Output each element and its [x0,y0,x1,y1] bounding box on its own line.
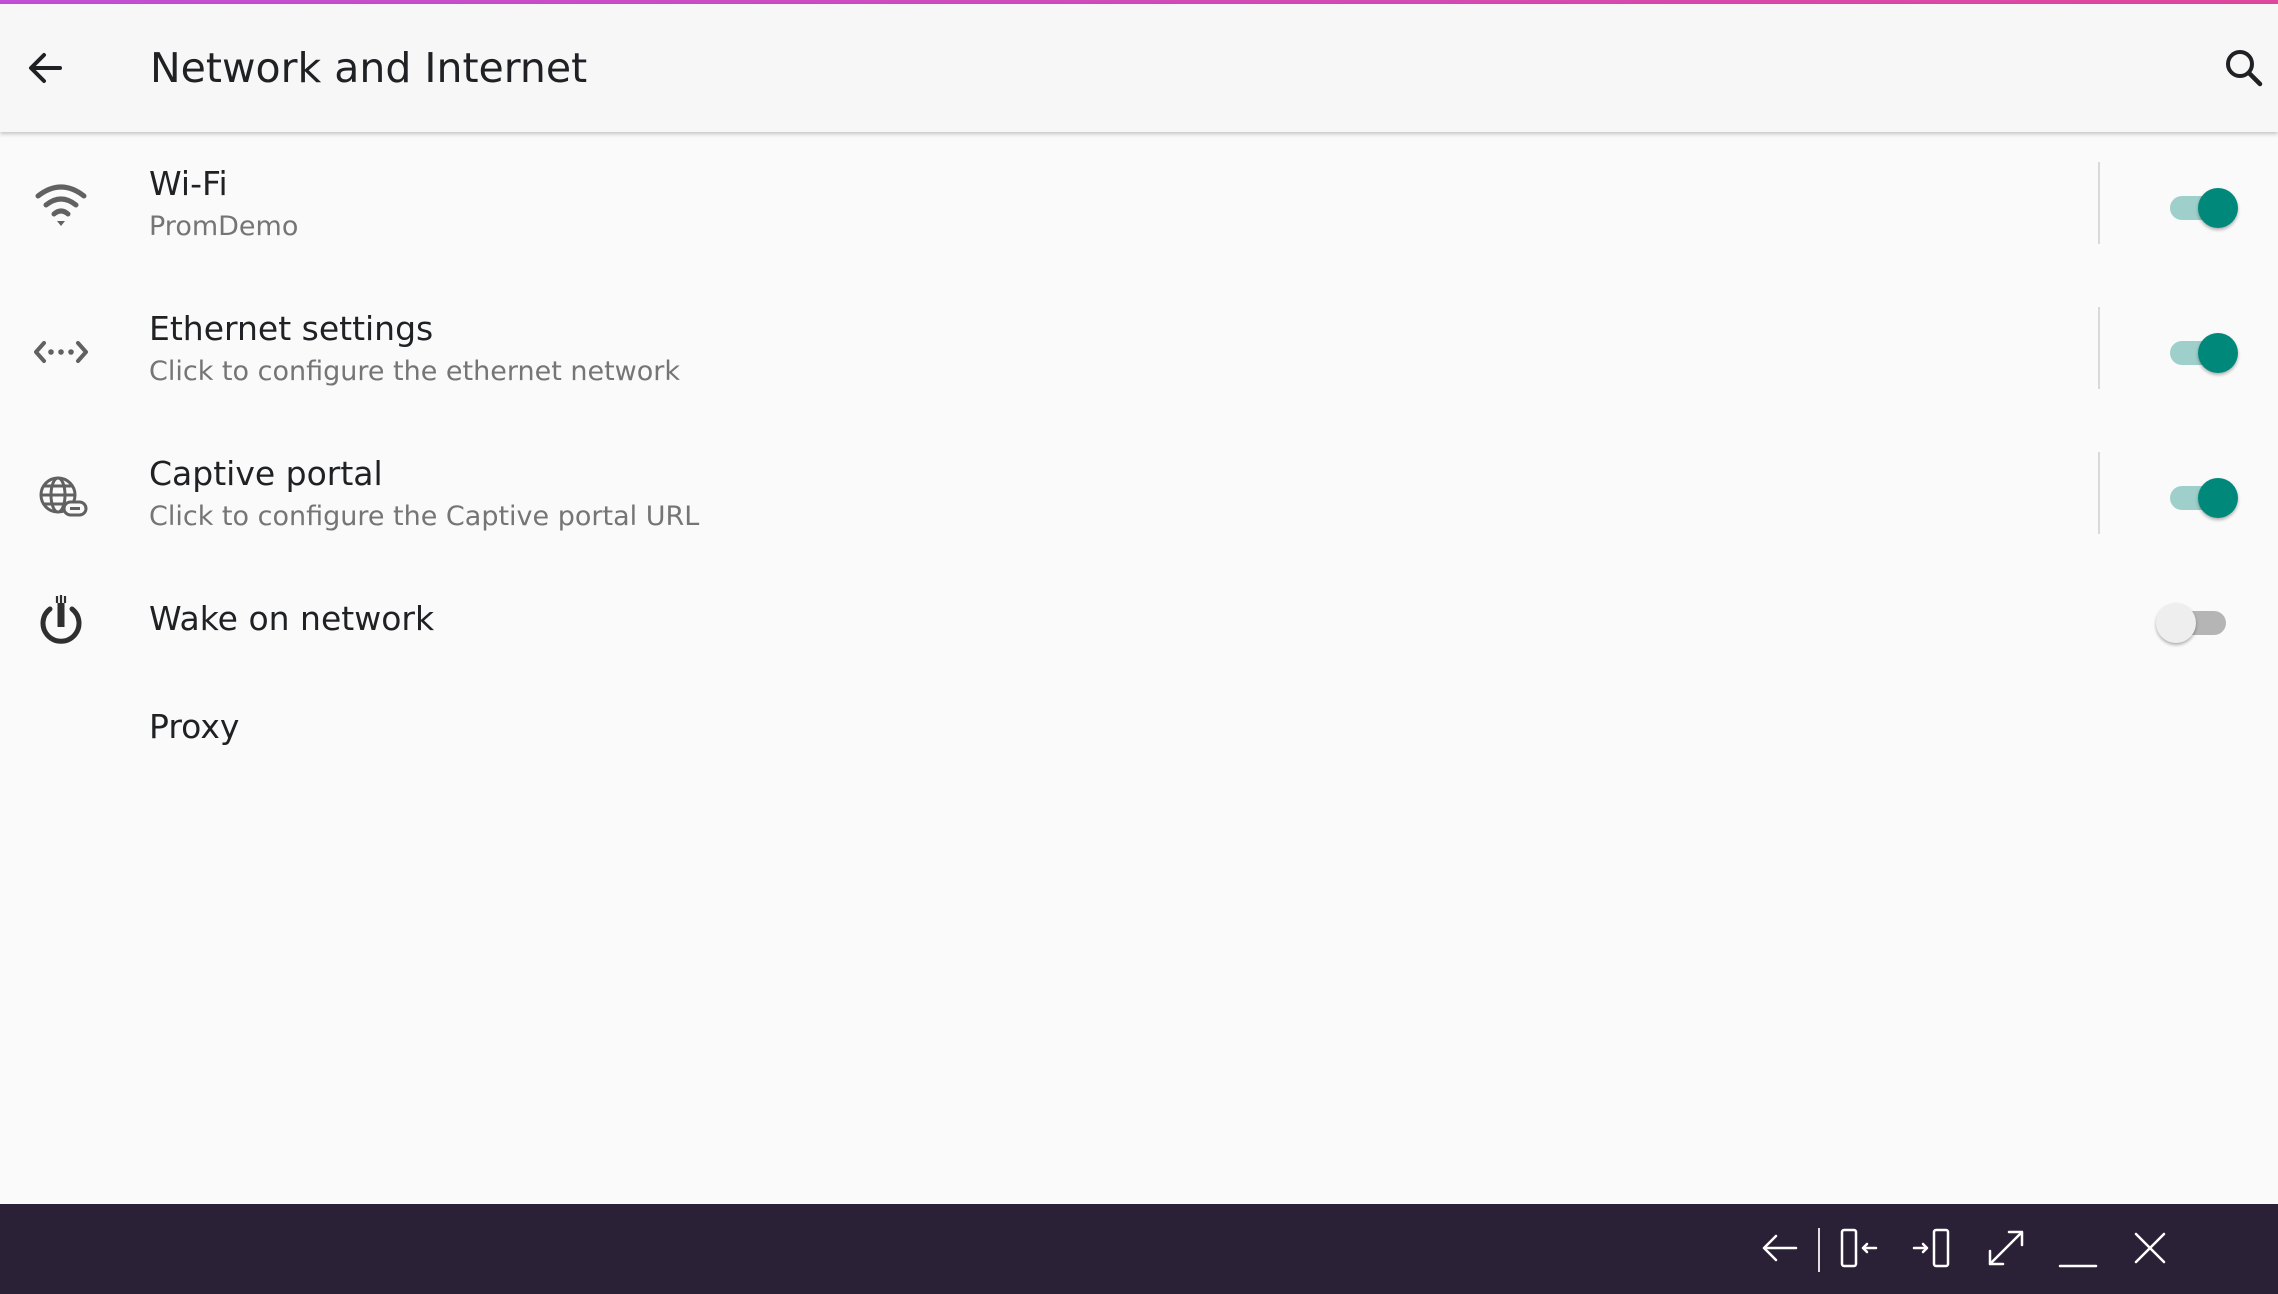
captive-portal-toggle[interactable] [2168,474,2238,518]
app-bar: Network and Internet [0,4,2278,132]
maximize-icon [1988,1230,2024,1266]
window-taskbar [0,1204,2278,1294]
divider [2098,307,2100,389]
page-title: Network and Internet [150,44,588,92]
ethernet-icon [30,321,92,383]
divider [2098,452,2100,534]
maximize-button[interactable] [1982,1224,2030,1272]
minimize-button[interactable] [2054,1224,2102,1272]
divider [2098,162,2100,244]
power-network-icon [30,591,92,653]
ethernet-toggle[interactable] [2168,329,2238,373]
setting-captive-portal[interactable]: Captive portal Click to configure the Ca… [0,422,2278,567]
wifi-toggle[interactable] [2168,184,2238,228]
setting-proxy[interactable]: Proxy [0,677,2278,777]
captive-portal-subtitle: Click to configure the Captive portal UR… [149,501,700,532]
close-button[interactable] [2126,1224,2174,1272]
wifi-network-name: PromDemo [149,211,299,242]
dock-left-button[interactable] [1836,1224,1884,1272]
taskbar-back-button[interactable] [1756,1224,1804,1272]
captive-portal-title: Captive portal [149,454,383,493]
search-icon [2226,50,2263,87]
taskbar-separator [1818,1228,1820,1272]
back-button[interactable] [22,44,70,92]
back-icon [1762,1234,1798,1262]
wifi-icon [30,176,92,238]
dock-left-icon [1840,1228,1878,1268]
setting-wifi[interactable]: Wi-Fi PromDemo [0,132,2278,277]
setting-wake-on-network[interactable]: Wake on network [0,567,2278,677]
wifi-title: Wi-Fi [149,164,228,203]
setting-ethernet[interactable]: Ethernet settings Click to configure the… [0,277,2278,422]
search-button[interactable] [2220,44,2268,92]
arrow-left-icon [29,53,62,83]
dock-right-icon [1912,1228,1950,1268]
minimize-icon [2058,1264,2098,1268]
wake-on-network-toggle[interactable] [2156,599,2230,643]
wake-on-network-title: Wake on network [149,599,435,638]
close-icon [2134,1232,2166,1264]
ethernet-title: Ethernet settings [149,309,434,348]
proxy-title: Proxy [149,707,240,746]
dock-right-button[interactable] [1910,1224,1958,1272]
ethernet-subtitle: Click to configure the ethernet network [149,356,681,387]
globe-link-icon [30,466,92,528]
